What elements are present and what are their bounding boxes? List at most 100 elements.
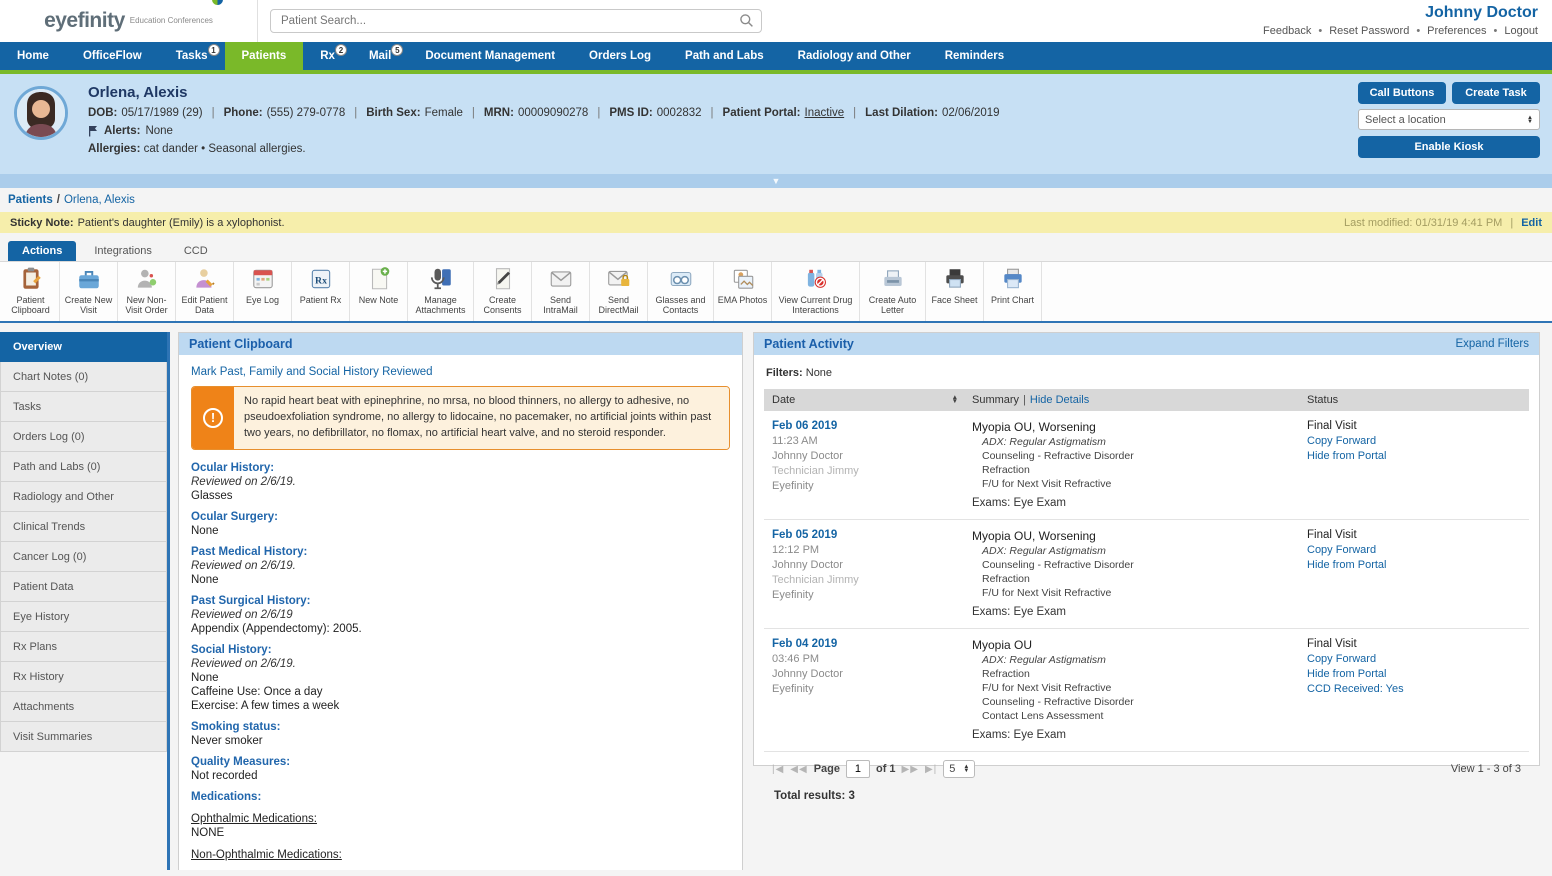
sidebar-item-path-and-labs[interactable]: Path and Labs (0) — [0, 452, 167, 482]
sidebar-item-rx-plans[interactable]: Rx Plans — [0, 632, 167, 662]
location-select[interactable]: Select a location ▲▼ — [1358, 109, 1540, 130]
nav-rx[interactable]: Rx2 — [303, 42, 352, 70]
prev-page-button[interactable]: ◀◀ — [790, 764, 807, 775]
logo-dot-icon — [212, 0, 223, 5]
send-intramail-button[interactable]: Send IntraMail — [532, 262, 590, 321]
sticky-edit-link[interactable]: Edit — [1521, 217, 1542, 229]
pagination: |◀ ◀◀ Page of 1 ▶▶ ▶| 5 ▲▼ View 1 - 3 of… — [764, 752, 1529, 780]
copy-forward-link[interactable]: Copy Forward — [1307, 653, 1521, 665]
view-current-drug-interactions-button[interactable]: View Current Drug Interactions — [772, 262, 860, 321]
next-page-button[interactable]: ▶▶ — [902, 764, 919, 775]
glasses-and-contacts-icon — [668, 266, 694, 292]
edit-patient-data-button[interactable]: Edit Patient Data — [176, 262, 234, 321]
patient-search-input[interactable] — [270, 9, 762, 33]
hide-from-portal-link[interactable]: Hide from Portal — [1307, 559, 1521, 571]
eye-log-button[interactable]: Eye Log — [234, 262, 292, 321]
nav-label: Path and Labs — [685, 50, 764, 62]
sidebar-item-cancer-log[interactable]: Cancer Log (0) — [0, 542, 167, 572]
mail-badge: 5 — [391, 44, 403, 56]
patient-avatar[interactable] — [14, 86, 68, 140]
last-page-button[interactable]: ▶| — [925, 764, 937, 775]
logout-link[interactable]: Logout — [1486, 25, 1538, 37]
search-icon[interactable] — [739, 13, 754, 28]
visit-date-link[interactable]: Feb 04 2019 — [772, 638, 837, 650]
copy-forward-link[interactable]: Copy Forward — [1307, 544, 1521, 556]
patient-rx-button[interactable]: Rx Patient Rx — [292, 262, 350, 321]
detail-dob: DOB:05/17/1989 (29) — [88, 107, 203, 119]
app-logo[interactable]: eyefinity Education Conferences — [0, 0, 258, 42]
nav-mail[interactable]: Mail5 — [352, 42, 408, 70]
sidebar-item-tasks[interactable]: Tasks — [0, 392, 167, 422]
enable-kiosk-button[interactable]: Enable Kiosk — [1358, 136, 1540, 158]
nav-radiology-and-other[interactable]: Radiology and Other — [781, 42, 928, 70]
reset-password-link[interactable]: Reset Password — [1311, 25, 1409, 37]
ema-photos-button[interactable]: EMA Photos — [714, 262, 772, 321]
page-size-select[interactable]: 5 ▲▼ — [943, 760, 975, 778]
sort-icon[interactable]: ▲▼ — [952, 396, 958, 405]
clipboard-panel-title: Patient Clipboard — [189, 337, 292, 351]
visit-location: Eyefinity — [772, 480, 972, 492]
print-chart-button[interactable]: Print Chart — [984, 262, 1042, 321]
ccd-received-link[interactable]: CCD Received: Yes — [1307, 683, 1521, 695]
banner-collapse-strip[interactable]: ▼ — [0, 174, 1552, 188]
sidebar-item-patient-data[interactable]: Patient Data — [0, 572, 167, 602]
nav-orders-log[interactable]: Orders Log — [572, 42, 668, 70]
nav-reminders[interactable]: Reminders — [928, 42, 1021, 70]
patient-name: Orlena, Alexis — [88, 84, 1552, 101]
feedback-link[interactable]: Feedback — [1263, 25, 1311, 37]
hide-from-portal-link[interactable]: Hide from Portal — [1307, 668, 1521, 680]
nav-officeflow[interactable]: OfficeFlow — [66, 42, 159, 70]
manage-attachments-button[interactable]: Manage Attachments — [408, 262, 474, 321]
hide-details-link[interactable]: Hide Details — [1030, 394, 1089, 406]
patient-search — [270, 9, 762, 33]
sidebar-item-attachments[interactable]: Attachments — [0, 692, 167, 722]
hide-from-portal-link[interactable]: Hide from Portal — [1307, 450, 1521, 462]
new-note-button[interactable]: New Note — [350, 262, 408, 321]
nav-path-and-labs[interactable]: Path and Labs — [668, 42, 781, 70]
nav-patients[interactable]: Patients — [225, 42, 304, 70]
create-consents-button[interactable]: Create Consents — [474, 262, 532, 321]
face-sheet-button[interactable]: Face Sheet — [926, 262, 984, 321]
page-number-input[interactable] — [846, 760, 870, 778]
summary-item: ADX: Regular Astigmatism — [982, 436, 1307, 448]
summary-item: ADX: Regular Astigmatism — [982, 654, 1307, 666]
activity-table-header: Date ▲▼ Summary|Hide Details Status — [764, 389, 1529, 411]
nav-document-management[interactable]: Document Management — [408, 42, 572, 70]
patient-clipboard-button[interactable]: Patient Clipboard — [2, 262, 60, 321]
tool-label: EMA Photos — [718, 295, 768, 305]
first-page-button[interactable]: |◀ — [772, 764, 784, 775]
sidebar-item-chart-notes[interactable]: Chart Notes (0) — [0, 362, 167, 392]
send-directmail-button[interactable]: Send DirectMail — [590, 262, 648, 321]
sidebar-item-clinical-trends[interactable]: Clinical Trends — [0, 512, 167, 542]
copy-forward-link[interactable]: Copy Forward — [1307, 435, 1521, 447]
detail-mrn: MRN:00009090278 — [463, 107, 588, 119]
column-date[interactable]: Date ▲▼ — [772, 394, 972, 406]
glasses-and-contacts-button[interactable]: Glasses and Contacts — [648, 262, 714, 321]
sidebar-item-radiology-and-other[interactable]: Radiology and Other — [0, 482, 167, 512]
visit-date-link[interactable]: Feb 06 2019 — [772, 420, 837, 432]
breadcrumb-patients-link[interactable]: Patients — [8, 194, 53, 206]
nav-home[interactable]: Home — [0, 42, 66, 70]
sidebar-item-orders-log[interactable]: Orders Log (0) — [0, 422, 167, 452]
sidebar-item-eye-history[interactable]: Eye History — [0, 602, 167, 632]
tab-ccd[interactable]: CCD — [170, 241, 222, 261]
mark-history-reviewed-link[interactable]: Mark Past, Family and Social History Rev… — [191, 366, 433, 378]
sidebar-item-rx-history[interactable]: Rx History — [0, 662, 167, 692]
sidebar-item-visit-summaries[interactable]: Visit Summaries — [0, 722, 167, 752]
preferences-link[interactable]: Preferences — [1409, 25, 1486, 37]
new-non-visit-order-button[interactable]: New Non-Visit Order — [118, 262, 176, 321]
tab-actions[interactable]: Actions — [8, 241, 76, 261]
create-new-visit-button[interactable]: Create New Visit — [60, 262, 118, 321]
summary-item: Contact Lens Assessment — [982, 710, 1307, 722]
nav-tasks[interactable]: Tasks1 — [159, 42, 225, 70]
detail-patient-portal[interactable]: Patient Portal:Inactive — [702, 107, 845, 119]
tab-integrations[interactable]: Integrations — [80, 241, 165, 261]
summary-item: Refraction — [982, 668, 1307, 680]
expand-filters-link[interactable]: Expand Filters — [1455, 338, 1529, 350]
section-line: Appendix (Appendectomy): 2005. — [191, 623, 730, 635]
sidebar-item-overview[interactable]: Overview — [0, 332, 167, 362]
visit-date-link[interactable]: Feb 05 2019 — [772, 529, 837, 541]
call-buttons-button[interactable]: Call Buttons — [1358, 82, 1446, 104]
create-task-button[interactable]: Create Task — [1452, 82, 1540, 104]
create-auto-letter-button[interactable]: Create Auto Letter — [860, 262, 926, 321]
